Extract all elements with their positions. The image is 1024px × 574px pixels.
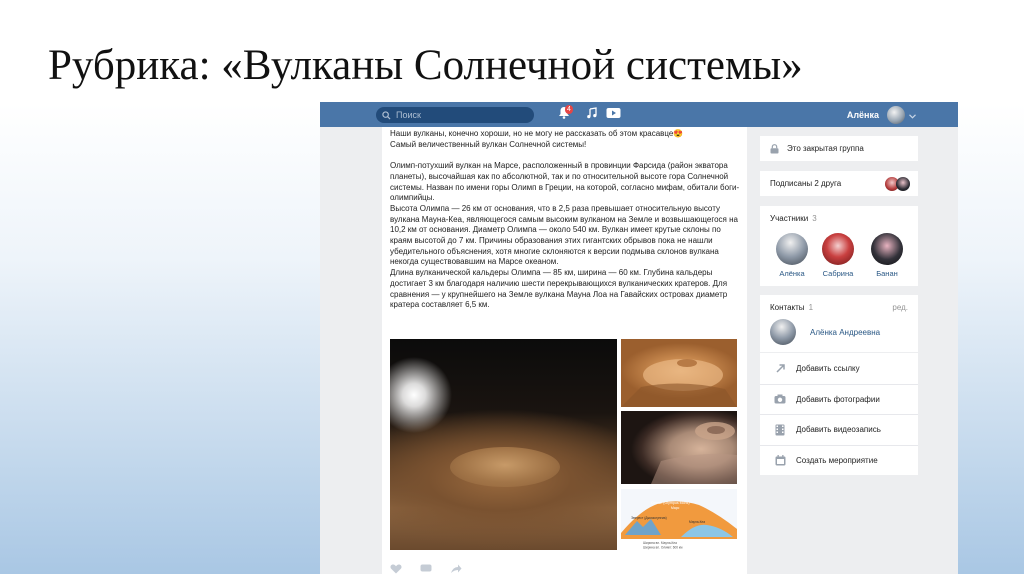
add-photos-button[interactable]: Добавить фотографии [760, 383, 918, 415]
members-title: Участники [770, 214, 809, 223]
film-icon [774, 424, 786, 436]
post-paragraph: Высота Олимпа — 26 км от основания, что … [390, 203, 738, 267]
diagram-label-width-1: Ширина вл. Мауна-Кеа [643, 541, 677, 545]
diagram-label-everest: Эверест (Джомолунгма) [631, 516, 667, 520]
share-icon[interactable] [450, 564, 462, 574]
post-actions [390, 564, 462, 574]
chevron-down-icon [909, 106, 916, 124]
closed-group-notice: Это закрытая группа [760, 136, 918, 161]
contacts-title: Контакты [770, 303, 805, 312]
contacts-card: Контакты 1 ред. Алёнка Андреевна [760, 295, 918, 352]
user-menu[interactable]: Алёнка [847, 102, 916, 127]
contact-name: Алёнка Андреевна [810, 327, 881, 337]
avatar [776, 233, 808, 265]
video-icon [606, 106, 621, 124]
diagram-label-width-2: Ширина вл. Олимп: 600 км [643, 546, 683, 550]
notifications-button[interactable]: 4 [556, 105, 573, 123]
like-icon[interactable] [390, 564, 402, 574]
diagram-label-olympus: Олимп (Olympus Mons) [651, 501, 690, 505]
music-icon [586, 106, 598, 124]
closed-group-label: Это закрытая группа [787, 144, 864, 153]
contacts-edit-link[interactable]: ред. [892, 303, 908, 312]
add-video-button[interactable]: Добавить видеозапись [760, 414, 918, 445]
avatar [871, 233, 903, 265]
search-input[interactable] [392, 110, 526, 120]
member-name: Алёнка [779, 269, 805, 278]
member-name: Банан [876, 269, 898, 278]
add-link-button[interactable]: Добавить ссылку [760, 353, 918, 384]
post-paragraph: Наши вулканы, конечно хороши, но не могу… [390, 129, 684, 138]
avatar [896, 176, 910, 191]
member-alena[interactable]: Алёнка [772, 233, 812, 278]
group-actions: Добавить ссылку Добавить фотографии Доба… [760, 353, 918, 475]
action-label: Создать мероприятие [796, 455, 878, 465]
avatar [770, 319, 796, 345]
notification-badge: 4 [565, 105, 573, 114]
member-sabrina[interactable]: Сабрина [818, 233, 858, 278]
action-label: Добавить ссылку [796, 363, 860, 373]
friend-avatars [885, 176, 910, 191]
post-text: Наши вулканы, конечно хороши, но не могу… [390, 129, 740, 311]
search-box[interactable] [376, 107, 534, 123]
post-paragraph: Самый величественный вулкан Солнечной си… [390, 139, 587, 149]
music-button[interactable] [584, 107, 600, 123]
member-banan[interactable]: Банан [867, 233, 907, 278]
members-count: 3 [812, 214, 817, 223]
caldera-photo[interactable] [621, 411, 737, 484]
calendar-icon [774, 454, 786, 466]
action-label: Добавить видеозапись [796, 425, 881, 435]
camera-icon [774, 393, 786, 405]
comment-icon[interactable] [420, 564, 432, 574]
members-card: Участники 3 Алёнка Сабрина Банан [760, 206, 918, 286]
member-name: Сабрина [822, 269, 854, 278]
volcano-comparison-diagram[interactable]: Олимп (Olympus Mons) Марс Эверест (Джомо… [621, 489, 737, 550]
avatar [822, 233, 854, 265]
link-icon [774, 362, 786, 374]
subscribed-friends[interactable]: Подписаны 2 друга [760, 171, 918, 196]
mars-volcano-photo[interactable] [621, 339, 737, 407]
contact-item[interactable]: Алёнка Андреевна [770, 319, 880, 345]
action-label: Добавить фотографии [796, 394, 880, 404]
search-icon [382, 110, 392, 120]
slide-title: Рубрика: «Вулканы Солнечной системы» [48, 42, 803, 89]
diagram-label-mauna: Мауна-Кеа [689, 520, 705, 524]
create-event-button[interactable]: Создать мероприятие [760, 444, 918, 476]
diagram-label-olympus-sub: Марс [671, 506, 680, 510]
subscribed-friends-label: Подписаны 2 друга [770, 179, 842, 188]
post-paragraph: Олимп-потухший вулкан на Марсе, располож… [390, 161, 740, 203]
wall-post: Наши вулканы, конечно хороши, но не могу… [382, 127, 747, 574]
user-avatar [887, 105, 905, 124]
olympus-mons-photo[interactable] [390, 339, 617, 550]
lock-icon [770, 143, 779, 154]
video-button[interactable] [605, 107, 621, 123]
members-header[interactable]: Участники 3 [770, 214, 817, 223]
vk-group-screenshot: 4 Алёнка Наши вулканы, конечно хороши, н… [320, 102, 958, 574]
contacts-count: 1 [808, 303, 814, 312]
user-name: Алёнка [846, 109, 879, 120]
contacts-header[interactable]: Контакты 1 [770, 303, 813, 312]
post-paragraph: Длина вулканической кальдеры Олимпа — 85… [390, 268, 728, 310]
top-navigation-bar: 4 Алёнка [320, 102, 958, 127]
